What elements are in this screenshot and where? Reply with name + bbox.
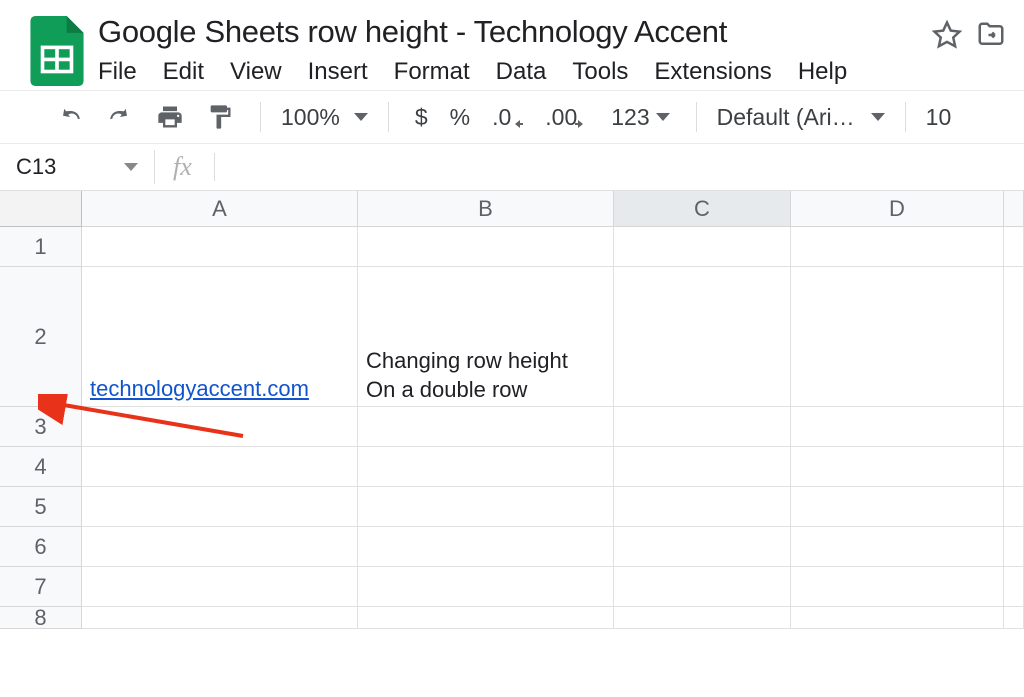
cell-b8[interactable] (358, 607, 614, 629)
menu-view[interactable]: View (230, 58, 282, 86)
font-family-dropdown[interactable]: Default (Ari… (717, 104, 885, 131)
cell-c2[interactable] (614, 267, 791, 407)
select-all-corner[interactable] (0, 191, 82, 227)
cell-e5[interactable] (1004, 487, 1024, 527)
name-box-value: C13 (16, 154, 56, 180)
cell-d8[interactable] (791, 607, 1004, 629)
app-header: Google Sheets row height - Technology Ac… (0, 0, 1024, 90)
cell-d3[interactable] (791, 407, 1004, 447)
fx-label: fx (155, 144, 210, 190)
zoom-value: 100% (281, 104, 340, 131)
row-header-8[interactable]: 8 (0, 607, 82, 629)
cell-c4[interactable] (614, 447, 791, 487)
cell-a2[interactable]: technologyaccent.com (82, 267, 358, 407)
chevron-down-icon (656, 113, 670, 121)
menu-data[interactable]: Data (496, 58, 547, 86)
row-header-4[interactable]: 4 (0, 447, 82, 487)
move-to-folder-icon[interactable] (976, 20, 1006, 53)
cell-e1[interactable] (1004, 227, 1024, 267)
row-header-7[interactable]: 7 (0, 567, 82, 607)
cell-c6[interactable] (614, 527, 791, 567)
name-box[interactable]: C13 (0, 144, 154, 190)
row-header-1[interactable]: 1 (0, 227, 82, 267)
cell-b5[interactable] (358, 487, 614, 527)
cell-b7[interactable] (358, 567, 614, 607)
cell-b2[interactable]: Changing row height On a double row (358, 267, 614, 407)
number-format-dropdown[interactable]: 123 (605, 102, 675, 133)
menu-bar: File Edit View Insert Format Data Tools … (98, 56, 918, 86)
name-box-row: C13 fx (0, 144, 1024, 191)
undo-icon[interactable] (50, 103, 90, 131)
menu-extensions[interactable]: Extensions (654, 58, 771, 86)
cell-d5[interactable] (791, 487, 1004, 527)
cell-e4[interactable] (1004, 447, 1024, 487)
document-title[interactable]: Google Sheets row height - Technology Ac… (98, 12, 918, 56)
cell-a7[interactable] (82, 567, 358, 607)
cell-e2[interactable] (1004, 267, 1024, 407)
row-header-3[interactable]: 3 (0, 407, 82, 447)
spreadsheet-grid: A B C D 1 2 technologyaccent.com Changin… (0, 191, 1024, 629)
cell-b4[interactable] (358, 447, 614, 487)
paint-format-icon[interactable] (200, 101, 240, 133)
cell-c7[interactable] (614, 567, 791, 607)
cell-b6[interactable] (358, 527, 614, 567)
cell-c8[interactable] (614, 607, 791, 629)
cell-a3[interactable] (82, 407, 358, 447)
cell-a2-link[interactable]: technologyaccent.com (90, 376, 309, 402)
cell-e3[interactable] (1004, 407, 1024, 447)
col-header-a[interactable]: A (82, 191, 358, 227)
cell-d1[interactable] (791, 227, 1004, 267)
row-header-5[interactable]: 5 (0, 487, 82, 527)
redo-icon[interactable] (100, 103, 140, 131)
zoom-dropdown[interactable]: 100% (281, 104, 368, 131)
cell-a1[interactable] (82, 227, 358, 267)
cell-a4[interactable] (82, 447, 358, 487)
menu-edit[interactable]: Edit (163, 58, 204, 86)
cell-d2[interactable] (791, 267, 1004, 407)
font-family-value: Default (Ari… (717, 104, 855, 131)
currency-format-button[interactable]: $ (409, 102, 434, 133)
percent-format-button[interactable]: % (444, 102, 476, 133)
chevron-down-icon (871, 113, 885, 121)
menu-help[interactable]: Help (798, 58, 847, 86)
row-header-2[interactable]: 2 (0, 267, 82, 407)
cell-b3[interactable] (358, 407, 614, 447)
decrease-decimal-button[interactable]: .0 (486, 102, 529, 133)
row-header-6[interactable]: 6 (0, 527, 82, 567)
cell-b1[interactable] (358, 227, 614, 267)
cell-c3[interactable] (614, 407, 791, 447)
col-header-b[interactable]: B (358, 191, 614, 227)
cell-d4[interactable] (791, 447, 1004, 487)
font-size-value[interactable]: 10 (926, 104, 952, 131)
menu-tools[interactable]: Tools (572, 58, 628, 86)
col-header-c[interactable]: C (614, 191, 791, 227)
menu-insert[interactable]: Insert (308, 58, 368, 86)
cell-a6[interactable] (82, 527, 358, 567)
col-header-e[interactable] (1004, 191, 1024, 227)
col-header-d[interactable]: D (791, 191, 1004, 227)
chevron-down-icon (124, 163, 138, 171)
print-icon[interactable] (150, 101, 190, 133)
star-icon[interactable] (932, 20, 962, 53)
increase-decimal-button[interactable]: .00 (539, 102, 595, 133)
toolbar: 100% $ % .0 .00 123 Default (Ari… 10 (0, 90, 1024, 144)
cell-e8[interactable] (1004, 607, 1024, 629)
menu-file[interactable]: File (98, 58, 137, 86)
cell-c5[interactable] (614, 487, 791, 527)
chevron-down-icon (354, 113, 368, 121)
cell-a5[interactable] (82, 487, 358, 527)
menu-format[interactable]: Format (394, 58, 470, 86)
cell-e7[interactable] (1004, 567, 1024, 607)
cell-c1[interactable] (614, 227, 791, 267)
sheets-logo-icon[interactable] (30, 16, 84, 86)
cell-d7[interactable] (791, 567, 1004, 607)
cell-a8[interactable] (82, 607, 358, 629)
cell-e6[interactable] (1004, 527, 1024, 567)
cell-d6[interactable] (791, 527, 1004, 567)
